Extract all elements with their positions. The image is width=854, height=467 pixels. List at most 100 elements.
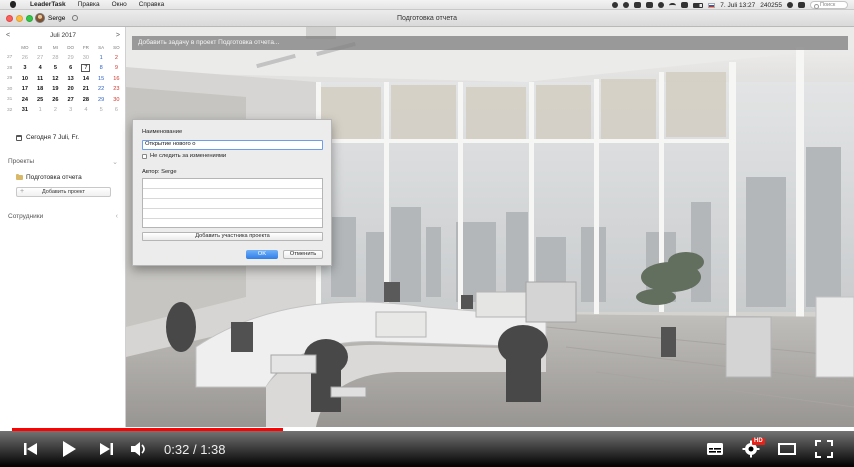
volume-icon[interactable] [681,2,689,8]
play-icon[interactable] [60,440,78,458]
menubar-clock[interactable]: 7. Juli 13:27 [720,2,755,9]
checkbox-box[interactable] [142,153,147,159]
add-project-button[interactable]: + Добавить проект [16,187,111,197]
fullscreen-icon[interactable] [815,440,833,458]
calendar-day[interactable]: 6 [63,63,78,74]
calendar-day[interactable]: 24 [17,95,32,106]
calendar-day[interactable]: 1 [94,53,109,64]
add-member-button[interactable]: Добавить участника проекта [142,232,323,241]
calendar-day[interactable]: 2 [109,53,124,64]
status-timer-icon[interactable] [658,2,665,8]
list-item[interactable] [143,209,322,219]
calendar-day[interactable]: 26 [17,53,32,64]
calendar-day[interactable]: 22 [94,84,109,95]
calendar-day[interactable]: 27 [33,53,48,64]
calendar-day[interactable]: 30 [109,95,124,106]
calendar-day[interactable]: 9 [109,63,124,74]
calendar-next-button[interactable]: > [114,32,122,39]
no-tracking-checkbox[interactable]: Не следить за изменениями [142,153,226,159]
list-item[interactable] [143,179,322,189]
volume-icon[interactable] [130,440,148,458]
calendar-prev-button[interactable]: < [4,32,12,39]
calendar-day[interactable]: 29 [94,95,109,106]
status-app-icon[interactable] [612,2,619,8]
members-list[interactable] [142,178,323,228]
calendar-day[interactable]: 10 [17,74,32,85]
chevron-down-icon[interactable]: ⌄ [112,158,118,166]
menu-window[interactable]: Окно [112,1,127,8]
calendar-day[interactable]: 31 [17,105,32,116]
calendar-week-row: 28 3 4 5 6 7 8 9 [2,63,124,74]
add-task-input[interactable]: Добавить задачу в проект Подготовка отче… [132,36,848,50]
calendar-day[interactable]: 21 [78,84,93,95]
calendar-day[interactable]: 5 [48,63,63,74]
calendar-week-row: 30 17 18 19 20 21 22 23 [2,84,124,95]
calendar-day[interactable]: 14 [78,74,93,85]
calendar-day-number: 6 [69,65,73,72]
next-icon[interactable] [97,440,115,458]
calendar-day[interactable]: 20 [63,84,78,95]
subtitles-icon[interactable] [706,440,724,458]
window-titlebar: Serge Подготовка отчета [0,10,854,27]
mini-calendar: MO DI MI DO FR SA SO 27 26 27 28 29 30 1 2 28 3 4 5… [2,42,124,116]
calendar-day[interactable]: 27 [63,95,78,106]
calendar-day[interactable]: 17 [17,84,32,95]
calendar-day[interactable]: 12 [48,74,63,85]
calendar-day[interactable]: 23 [109,84,124,95]
calendar-day[interactable]: 26 [48,95,63,106]
input-language-flag-icon[interactable] [708,2,716,8]
calendar-day[interactable]: 5 [94,105,109,116]
calendar-day-today[interactable]: 7 [78,63,93,74]
user-account-icon[interactable] [787,2,793,8]
calendar-day[interactable]: 30 [78,53,93,64]
calendar-day[interactable]: 8 [94,63,109,74]
battery-icon[interactable] [693,2,704,8]
previous-icon[interactable] [22,440,40,458]
calendar-day[interactable]: 6 [109,105,124,116]
week-number: 30 [6,86,13,92]
wifi-icon[interactable] [669,2,677,8]
calendar-month-label: Juli 2017 [49,32,77,39]
calendar-day-number: 27 [67,96,74,103]
calendar-day[interactable]: 18 [33,84,48,95]
calendar-day[interactable]: 16 [109,74,124,85]
week-number: 29 [6,76,13,82]
calendar-day[interactable]: 28 [78,95,93,106]
calendar-day[interactable]: 4 [33,63,48,74]
sidebar-item-project[interactable]: Подготовка отчета [16,173,82,181]
calendar-day-number: 14 [82,75,89,82]
calendar-day[interactable]: 11 [33,74,48,85]
menu-app-name[interactable]: LeaderTask [30,1,66,8]
menu-help[interactable]: Справка [139,1,165,8]
calendar-day[interactable]: 28 [48,53,63,64]
status-sync-icon[interactable] [623,2,630,8]
calendar-day[interactable]: 3 [63,105,78,116]
calendar-day[interactable]: 19 [48,84,63,95]
calendar-day[interactable]: 2 [48,105,63,116]
calendar-day[interactable]: 4 [78,105,93,116]
menubar-search[interactable]: Поиск [810,1,848,9]
today-link[interactable]: Сегодня 7 Juli, Fr. [16,134,79,141]
list-item[interactable] [143,189,322,199]
project-name-input[interactable]: Открытие нового о [142,140,323,150]
list-item[interactable] [143,199,322,209]
theater-mode-icon[interactable] [778,440,796,458]
notification-list-icon[interactable] [798,2,805,8]
calendar-day[interactable]: 15 [94,74,109,85]
apple-menu-icon[interactable] [10,1,16,8]
calendar-day[interactable]: 29 [63,53,78,64]
calendar-day[interactable]: 3 [17,63,32,74]
menu-edit[interactable]: Правка [78,1,100,8]
checkbox-label: Не следить за изменениями [150,153,227,159]
status-flag-icon[interactable] [646,2,654,8]
calendar-day[interactable]: 13 [63,74,78,85]
status-screen-icon[interactable] [634,2,642,8]
projects-header-label: Проекты [8,158,35,165]
cancel-button[interactable]: Отменить [283,250,323,259]
projects-section-header[interactable]: Проекты ⌄ [8,158,120,166]
employees-section-header[interactable]: Сотрудники ‹ [8,213,120,220]
calendar-day[interactable]: 25 [33,95,48,106]
calendar-day[interactable]: 1 [33,105,48,116]
chevron-left-icon[interactable]: ‹ [116,213,118,220]
ok-button[interactable]: OK [246,250,278,259]
